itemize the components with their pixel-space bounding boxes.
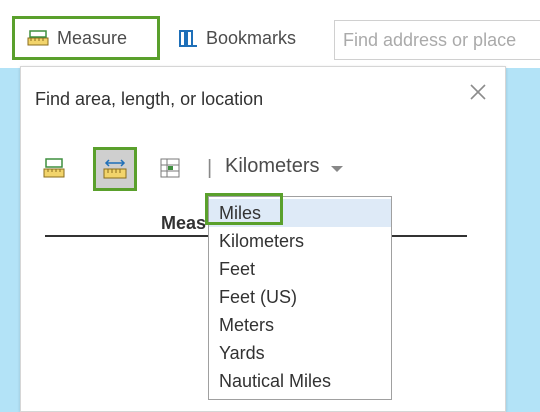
measure-tools: | Kilometers: [35, 147, 495, 191]
unit-dropdown: Miles Kilometers Feet Feet (US) Meters Y…: [208, 196, 392, 400]
distance-tool-button[interactable]: [93, 147, 137, 191]
search-input[interactable]: Find address or place: [334, 20, 540, 60]
chevron-down-icon: [331, 165, 344, 172]
top-toolbar: Measure Bookmarks Find address or place: [0, 0, 540, 68]
unit-option-feet[interactable]: Feet: [209, 255, 391, 283]
bookmarks-label: Bookmarks: [206, 27, 297, 48]
bookmarks-icon: [179, 30, 197, 47]
measure-label: Measure: [57, 27, 128, 48]
close-button[interactable]: [467, 81, 489, 103]
unit-option-kilometers[interactable]: Kilometers: [209, 227, 391, 255]
unit-option-feet-us[interactable]: Feet (US): [209, 283, 391, 311]
unit-select-label: Kilometers: [225, 155, 320, 177]
close-icon: [470, 84, 486, 100]
distance-measure-icon: [103, 159, 127, 179]
unit-select[interactable]: Kilometers: [225, 155, 344, 178]
unit-option-meters[interactable]: Meters: [209, 311, 391, 339]
location-measure-icon: [160, 158, 180, 178]
unit-separator: |: [207, 157, 213, 179]
area-tool-button[interactable]: [43, 157, 65, 184]
area-measure-icon: [43, 158, 65, 178]
result-header: Meas: [161, 213, 207, 233]
panel-title: Find area, length, or location: [35, 89, 264, 109]
bookmarks-button[interactable]: Bookmarks: [172, 16, 342, 60]
location-tool-button[interactable]: [159, 157, 181, 184]
unit-option-nautical-miles[interactable]: Nautical Miles: [209, 367, 391, 395]
measure-button[interactable]: Measure: [12, 16, 160, 60]
selected-option-highlight: [205, 193, 283, 225]
ruler-area-icon: [27, 30, 49, 46]
unit-option-yards[interactable]: Yards: [209, 339, 391, 367]
search-placeholder: Find address or place: [343, 29, 517, 50]
